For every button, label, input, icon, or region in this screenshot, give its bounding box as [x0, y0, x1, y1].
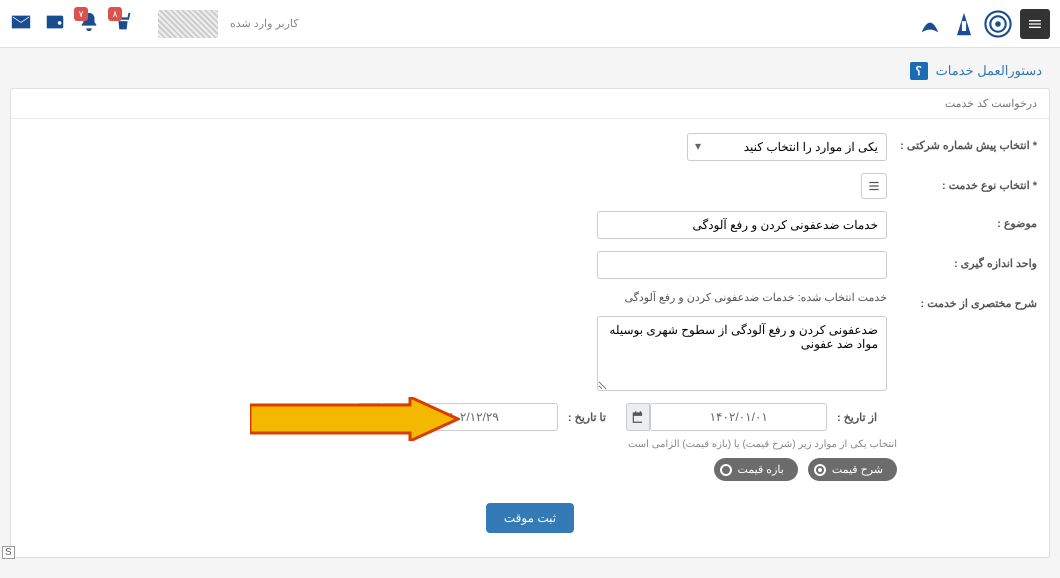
submit-row: ثبت موقت: [23, 503, 1037, 533]
header-right-group: کاربر وارد شده ۸ ۷: [10, 10, 298, 38]
unit-input[interactable]: [597, 251, 887, 279]
gs1-logo-icon: [984, 10, 1012, 38]
prefix-select[interactable]: یکی از موارد را انتخاب کنید: [687, 133, 887, 161]
status-corner: S: [2, 546, 15, 559]
row-prefix: * انتخاب پیش شماره شرکتی : یکی از موارد …: [23, 133, 1037, 161]
label-from-date: از تاریخ :: [837, 411, 877, 424]
label-summary: شرح مختصری از خدمت :: [897, 291, 1037, 310]
logo-group: [916, 10, 1012, 38]
user-label: کاربر وارد شده: [230, 17, 298, 30]
help-button[interactable]: ؟: [910, 62, 928, 80]
user-avatar[interactable]: [158, 10, 218, 38]
page-title-bar: دستورالعمل خدمات ؟: [0, 48, 1060, 88]
panel-header: درخواست کد خدمت: [11, 89, 1049, 119]
mail-icon[interactable]: [10, 11, 32, 36]
row-subject: موضوع :: [23, 211, 1037, 239]
pill-range-label: بازه قیمت: [738, 463, 784, 476]
label-subject: موضوع :: [897, 211, 1037, 230]
panel-body: * انتخاب پیش شماره شرکتی : یکی از موارد …: [11, 119, 1049, 557]
to-date-picker-button[interactable]: [357, 403, 382, 431]
radio-icon: [814, 464, 826, 476]
price-range-pill[interactable]: بازه قیمت: [714, 458, 798, 481]
row-service-type: * انتخاب نوع خدمت :: [23, 173, 1037, 199]
pill-desc-label: شرح قیمت: [832, 463, 883, 476]
price-desc-pill[interactable]: شرح قیمت: [808, 458, 897, 481]
prefix-select-wrap: یکی از موارد را انتخاب کنید: [687, 133, 887, 161]
service-type-picker-button[interactable]: [861, 173, 887, 199]
org-logo-icon: [950, 10, 978, 38]
notification-badge: ۷: [74, 7, 88, 21]
price-mode-row: شرح قیمت بازه قیمت: [23, 458, 1037, 481]
from-date-group: از تاریخ :: [626, 403, 877, 431]
row-unit: واحد اندازه گیری :: [23, 251, 1037, 279]
submit-button[interactable]: ثبت موقت: [486, 503, 574, 533]
to-date-group: تا تاریخ :: [357, 403, 606, 431]
label-unit: واحد اندازه گیری :: [897, 251, 1037, 270]
radio-icon: [720, 464, 732, 476]
subject-input[interactable]: [597, 211, 887, 239]
page-title: دستورالعمل خدمات: [936, 63, 1042, 79]
label-service-type: * انتخاب نوع خدمت :: [897, 173, 1037, 192]
menu-button[interactable]: [1020, 9, 1050, 39]
from-date-picker-button[interactable]: [626, 403, 651, 431]
notification-icon[interactable]: ۷: [78, 11, 100, 36]
to-date-input[interactable]: [381, 403, 557, 431]
wallet-icon[interactable]: [44, 11, 66, 36]
price-note: انتخاب یکی از موارد زیر (شرح قیمت) یا (ب…: [23, 439, 1037, 450]
cart-icon[interactable]: ۸: [112, 11, 134, 36]
header-left-group: [916, 9, 1050, 39]
label-to-date: تا تاریخ :: [568, 411, 606, 424]
request-panel: درخواست کد خدمت * انتخاب پیش شماره شرکتی…: [10, 88, 1050, 558]
selected-service-text: خدمت انتخاب شده: خدمات ضدعفونی کردن و رف…: [597, 291, 887, 304]
brand-logo-icon: [916, 10, 944, 38]
summary-textarea[interactable]: [597, 316, 887, 391]
from-date-input[interactable]: [650, 403, 826, 431]
top-header: کاربر وارد شده ۸ ۷: [0, 0, 1060, 48]
date-row: از تاریخ : تا تاریخ :: [23, 403, 1037, 431]
row-summary: شرح مختصری از خدمت : خدمت انتخاب شده: خد…: [23, 291, 1037, 391]
cart-badge: ۸: [108, 7, 122, 21]
label-prefix: * انتخاب پیش شماره شرکتی :: [897, 133, 1037, 152]
